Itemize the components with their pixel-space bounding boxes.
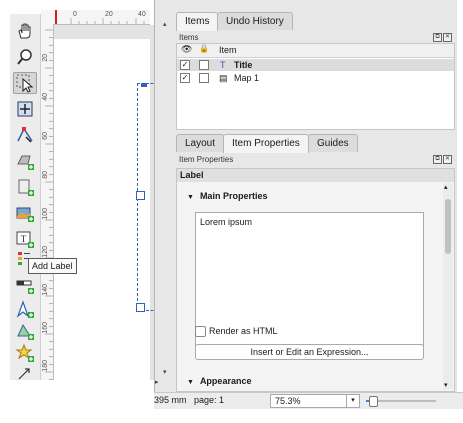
visibility-eye-icon: 👁: [181, 44, 193, 54]
map-icon: ▤: [219, 73, 228, 83]
status-bar: 395 mm page: 1 75.3% ▾: [154, 392, 463, 409]
visibility-checkbox[interactable]: ✓: [180, 60, 190, 70]
float-icon[interactable]: ⧉: [433, 33, 442, 42]
selection-handle[interactable]: [141, 83, 147, 87]
items-tabbar: Items Undo History: [176, 12, 453, 31]
vertical-ruler[interactable]: 20 40 60 80 100 120 140 160 180: [41, 24, 54, 380]
visibility-checkbox[interactable]: ✓: [180, 73, 190, 83]
text-icon: T: [220, 60, 226, 70]
ruler-tick-label: 160: [42, 322, 49, 334]
close-icon[interactable]: ✕: [443, 155, 452, 164]
float-icon[interactable]: ⧉: [433, 155, 442, 164]
table-row[interactable]: ✓ T Title: [177, 59, 454, 71]
add-marker-icon[interactable]: [13, 342, 37, 364]
scrollbar-thumb[interactable]: [445, 199, 451, 254]
panel-title-label: Label: [177, 169, 454, 182]
close-icon[interactable]: ✕: [443, 33, 452, 42]
zoom-slider[interactable]: [366, 396, 436, 407]
pan-icon[interactable]: [13, 20, 37, 42]
collapse-triangle-icon: ▼: [187, 194, 194, 201]
zoom-combobox[interactable]: 75.3% ▾: [270, 394, 360, 408]
add-arrow-icon[interactable]: [13, 364, 37, 386]
zoom-value: 75.3%: [275, 396, 301, 406]
lock-checkbox[interactable]: [199, 73, 209, 83]
ruler-tick-label: 20: [42, 54, 49, 62]
ruler-tick-label: 80: [42, 171, 49, 179]
scroll-down-arrow-icon[interactable]: ▾: [163, 368, 171, 378]
layout-page[interactable]: [54, 39, 150, 380]
ruler-tick-label: 140: [42, 284, 49, 296]
items-list[interactable]: 👁 🔒 Item ✓ T Title ✓ ▤ Map 1: [176, 43, 455, 130]
ruler-tick-label: 180: [42, 360, 49, 372]
ruler-tick-label: 120: [42, 246, 49, 258]
add-label-icon[interactable]: T: [13, 228, 37, 250]
ruler-tick-label: 60: [42, 132, 49, 140]
edit-nodes-icon[interactable]: [13, 124, 37, 146]
coordinate-readout: 395 mm: [154, 395, 187, 405]
add-page-icon[interactable]: [13, 176, 37, 198]
move-content-icon[interactable]: [13, 98, 37, 120]
page-indicator: page: 1: [194, 395, 225, 405]
zoom-slider-knob[interactable]: [368, 396, 378, 407]
add-picture-icon[interactable]: [13, 202, 37, 224]
add-polygon-icon[interactable]: [13, 320, 37, 342]
svg-text:T: T: [21, 234, 27, 244]
scroll-down-arrow-icon[interactable]: ▾: [444, 381, 448, 389]
lock-icon: 🔒: [199, 44, 209, 53]
select-icon[interactable]: [13, 72, 37, 94]
scroll-up-arrow-icon[interactable]: ▴: [163, 20, 171, 30]
zoom-icon[interactable]: [13, 46, 37, 68]
section-title: Appearance: [199, 376, 252, 386]
render-html-checkbox[interactable]: [195, 326, 206, 337]
toolbox: T: [10, 14, 41, 380]
add-north-arrow-icon[interactable]: [13, 298, 37, 320]
layout-canvas[interactable]: [54, 25, 158, 380]
properties-tabbar: Layout Item Properties Guides: [176, 134, 453, 153]
main-properties-section[interactable]: ▼ Main Properties: [187, 191, 267, 201]
section-title: Main Properties: [199, 191, 268, 201]
lock-checkbox[interactable]: [199, 60, 209, 70]
items-header: 👁 🔒 Item: [177, 44, 454, 58]
render-html-label: Render as HTML: [209, 326, 278, 336]
scroll-right-arrow-icon[interactable]: ▸: [155, 378, 163, 388]
horizontal-ruler[interactable]: 0 20 40: [53, 10, 150, 25]
chevron-down-icon[interactable]: ▾: [346, 395, 359, 407]
add-scalebar-icon[interactable]: [13, 274, 37, 296]
tab-guides[interactable]: Guides: [308, 134, 358, 152]
collapse-triangle-icon: ▼: [187, 379, 194, 386]
scroll-up-arrow-icon[interactable]: ▴: [444, 183, 448, 191]
ruler-tick-label: 100: [42, 208, 49, 220]
tab-items[interactable]: Items: [176, 12, 219, 31]
properties-scrollbar[interactable]: ▴ ▾: [443, 183, 453, 389]
appearance-section[interactable]: ▼ Appearance: [187, 376, 251, 386]
tab-item-properties[interactable]: Item Properties: [223, 134, 309, 153]
column-header-item: Item: [219, 45, 237, 55]
properties-pane-title: Item Properties: [179, 155, 234, 164]
tooltip: Add Label: [28, 258, 77, 274]
selection-handle[interactable]: [136, 191, 145, 200]
selection-handle[interactable]: [136, 303, 145, 312]
tab-undo-history[interactable]: Undo History: [217, 12, 293, 30]
item-name: Title: [234, 60, 253, 70]
tab-layout[interactable]: Layout: [176, 134, 225, 152]
item-properties-panel: Label ▼ Main Properties Lorem ipsum Rende…: [176, 168, 455, 392]
ruler-tick-label: 40: [42, 93, 49, 101]
add-shape-icon[interactable]: [13, 150, 37, 172]
item-name: Map 1: [234, 73, 260, 83]
table-row[interactable]: ✓ ▤ Map 1: [177, 72, 454, 84]
insert-expression-button[interactable]: Insert or Edit an Expression...: [195, 344, 424, 360]
items-pane-title: Items: [179, 33, 199, 42]
